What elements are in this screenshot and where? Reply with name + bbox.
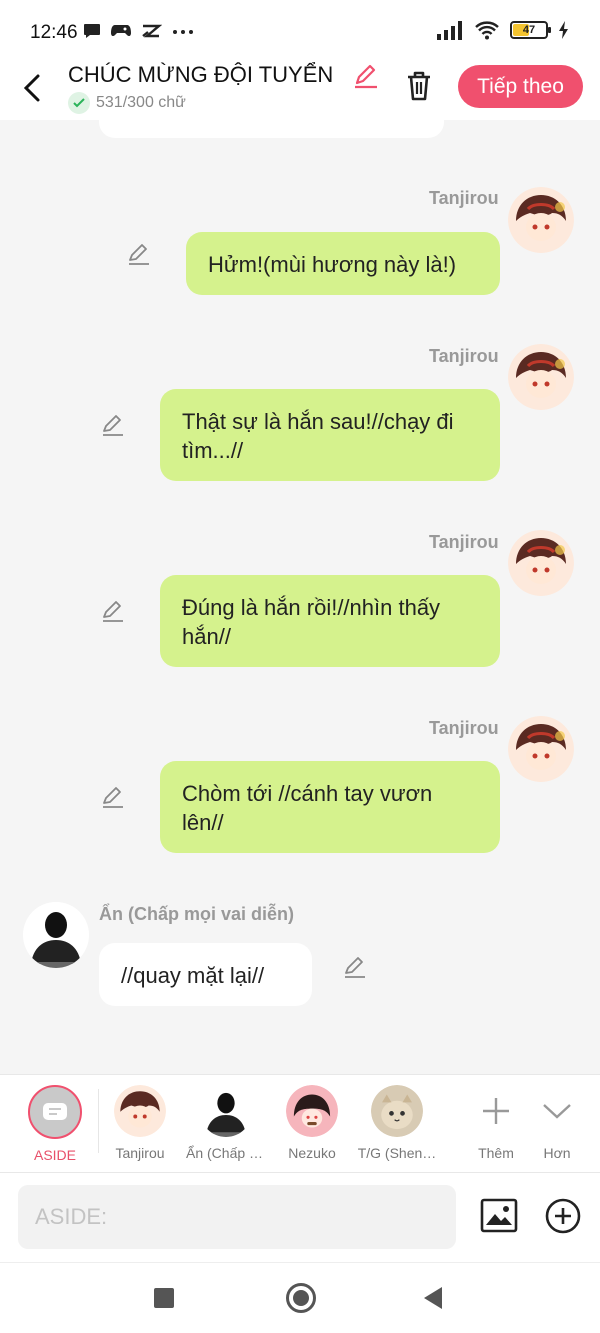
message-bubble[interactable]: Thật sự là hắn sau!//chạy đi tìm...// — [160, 389, 500, 481]
chat-area: Tanjirou Hửm!(mùi hương này là!) Tanjiro… — [0, 120, 600, 1074]
message-bubble[interactable]: Đúng là hắn rồi!//nhìn thấy hắn// — [160, 575, 500, 667]
edit-message-icon[interactable] — [126, 241, 152, 267]
trash-icon[interactable] — [404, 70, 434, 102]
avatar-tanjirou[interactable] — [508, 530, 574, 596]
avatar-an[interactable] — [23, 902, 89, 968]
wifi-icon — [475, 21, 499, 40]
expand-button[interactable]: Hơn — [517, 1085, 597, 1161]
character-tg[interactable]: T/G (Shen… — [357, 1085, 437, 1161]
add-circle-icon[interactable] — [544, 1197, 582, 1235]
capcut-icon — [142, 24, 162, 38]
recent-apps-icon[interactable] — [154, 1288, 174, 1308]
character-label: Nezuko — [288, 1145, 336, 1161]
aside-button[interactable]: ASIDE — [15, 1085, 95, 1163]
message-icon — [84, 24, 100, 38]
character-nezuko[interactable]: Nezuko — [272, 1085, 352, 1161]
editor-header: CHÚC MỪNG ĐỘI TUYỂN 531/300 chữ Tiếp the… — [0, 62, 600, 120]
character-label: T/G (Shen… — [357, 1145, 437, 1161]
message-bubble-partial[interactable] — [99, 120, 444, 138]
character-an[interactable]: Ẩn (Chấp mọi vai diễn) — [186, 1085, 266, 1161]
expand-label: Hơn — [543, 1145, 571, 1161]
check-icon — [68, 92, 90, 114]
speaker-name: Ẩn (Chấp mọi vai diễn) — [99, 904, 295, 924]
game-controller-icon — [111, 25, 131, 37]
avatar-tanjirou[interactable] — [508, 344, 574, 410]
edit-message-icon[interactable] — [100, 784, 126, 810]
speaker-name: Tanjirou — [429, 346, 499, 366]
character-label: Tanjirou — [115, 1145, 165, 1161]
character-selector-bar: ASIDE Tanjirou Ẩn (Chấp mọi vai diễn) Ne… — [0, 1074, 600, 1172]
plus-icon — [470, 1085, 522, 1137]
story-title[interactable]: CHÚC MỪNG ĐỘI TUYỂN — [68, 62, 344, 88]
avatar-tanjirou[interactable] — [508, 716, 574, 782]
signal-icon — [437, 21, 462, 40]
edit-message-icon[interactable] — [342, 954, 368, 980]
message-bubble[interactable]: //quay mặt lại// — [99, 943, 312, 1006]
aside-icon — [28, 1085, 82, 1139]
divider — [98, 1089, 99, 1153]
speaker-name: Tanjirou — [429, 188, 499, 208]
avatar-nezuko — [286, 1085, 338, 1137]
word-count-text: 531/300 chữ — [96, 94, 186, 111]
avatar-tanjirou[interactable] — [508, 187, 574, 253]
charging-icon — [559, 21, 568, 39]
character-label: Ẩn (Chấp mọi vai diễn) — [186, 1145, 266, 1161]
battery-indicator: 47 — [510, 21, 551, 39]
speaker-name: Tanjirou — [429, 532, 499, 552]
status-bar: 12:46 47 — [0, 0, 600, 62]
status-time: 12:46 — [30, 22, 78, 43]
edit-message-icon[interactable] — [100, 598, 126, 624]
more-dots-icon — [173, 30, 193, 34]
system-navigation-bar — [0, 1262, 600, 1333]
character-tanjirou[interactable]: Tanjirou — [100, 1085, 180, 1161]
edit-title-icon[interactable] — [352, 62, 380, 90]
image-icon[interactable] — [480, 1197, 518, 1235]
speaker-name: Tanjirou — [429, 718, 499, 738]
avatar-an — [200, 1085, 252, 1137]
message-bubble[interactable]: Hửm!(mùi hương này là!) — [186, 232, 500, 295]
word-count: 531/300 chữ — [68, 92, 186, 114]
message-bubble[interactable]: Chòm tới //cánh tay vươn lên// — [160, 761, 500, 853]
back-triangle-icon[interactable] — [424, 1287, 442, 1309]
input-bar — [0, 1172, 600, 1262]
edit-message-icon[interactable] — [100, 412, 126, 438]
home-icon[interactable] — [286, 1283, 316, 1313]
next-button[interactable]: Tiếp theo — [458, 65, 583, 108]
avatar-tanjirou — [114, 1085, 166, 1137]
aside-label: ASIDE — [33, 1147, 76, 1163]
avatar-tg — [371, 1085, 423, 1137]
aside-input[interactable] — [18, 1185, 456, 1249]
chevron-down-icon — [531, 1085, 583, 1137]
back-arrow-icon[interactable] — [18, 68, 50, 108]
